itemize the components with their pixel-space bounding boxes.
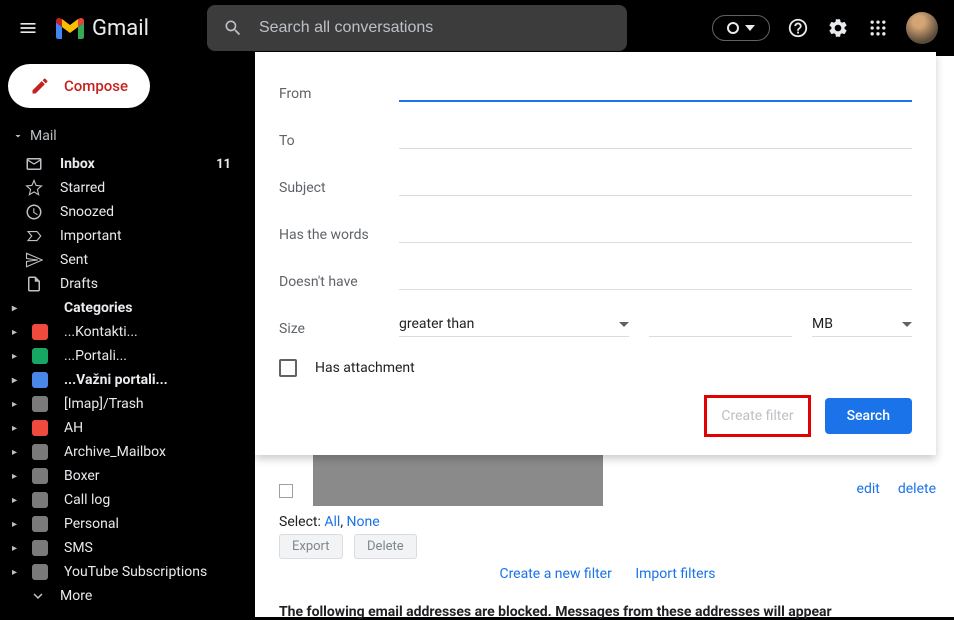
export-button[interactable]: Export	[279, 534, 343, 559]
nav-icon	[28, 298, 48, 318]
expand-icon: ▸	[12, 423, 22, 434]
label-color-icon	[32, 492, 48, 508]
expand-icon: ▸	[12, 567, 22, 578]
sidebar-label[interactable]: ▸AH	[0, 416, 255, 440]
expand-icon: ▸	[12, 375, 22, 386]
mail-section-header[interactable]: Mail	[0, 124, 255, 152]
help-icon[interactable]	[786, 16, 810, 40]
to-label: To	[279, 133, 399, 149]
edit-link[interactable]: edit	[857, 481, 880, 497]
blocked-addresses-text: The following email addresses are blocke…	[279, 604, 936, 620]
sidebar-nav-inbox[interactable]: Inbox11	[0, 152, 255, 176]
nav-icon	[24, 274, 44, 294]
subject-label: Subject	[279, 180, 399, 196]
sidebar-label[interactable]: ▸YouTube Subscriptions	[0, 560, 255, 584]
doesnt-have-label: Doesn't have	[279, 274, 399, 290]
app-name: Gmail	[92, 16, 149, 41]
nav-icon	[24, 250, 44, 270]
from-label: From	[279, 86, 399, 102]
expand-icon: ▸	[12, 495, 22, 506]
size-operator-select[interactable]: greater than	[399, 312, 629, 337]
import-filters-link[interactable]: Import filters	[635, 566, 715, 582]
search-options-panel: From To Subject Has the words Doesn't ha…	[255, 52, 936, 455]
sidebar-nav-sent[interactable]: Sent	[0, 248, 255, 272]
label-color-icon	[32, 372, 48, 388]
size-label: Size	[279, 321, 399, 337]
label-color-icon	[32, 348, 48, 364]
label-color-icon	[32, 444, 48, 460]
subject-input[interactable]	[399, 171, 912, 196]
compose-button[interactable]: Compose	[8, 64, 150, 108]
label-color-icon	[32, 540, 48, 556]
sidebar-nav-categories[interactable]: ▸Categories	[0, 296, 255, 320]
sidebar-label[interactable]: ▸Boxer	[0, 464, 255, 488]
sidebar-label[interactable]: ▸...Portali...	[0, 344, 255, 368]
label-color-icon	[32, 324, 48, 340]
search-button[interactable]: Search	[825, 398, 912, 434]
gmail-logo[interactable]: Gmail	[56, 16, 149, 41]
sidebar-nav-snoozed[interactable]: Snoozed	[0, 200, 255, 224]
compose-label: Compose	[64, 77, 128, 95]
create-new-filter-link[interactable]: Create a new filter	[499, 566, 611, 582]
sidebar-more[interactable]: More	[0, 584, 255, 608]
chevron-down-icon	[745, 25, 755, 31]
label-color-icon	[32, 420, 48, 436]
from-input[interactable]	[399, 76, 912, 102]
label-color-icon	[32, 564, 48, 580]
sidebar-label[interactable]: ▸...Kontakti...	[0, 320, 255, 344]
sidebar-label[interactable]: ▸SMS	[0, 536, 255, 560]
delete-link[interactable]: delete	[898, 481, 936, 497]
has-attachment-checkbox[interactable]	[279, 359, 297, 377]
size-value-input[interactable]	[649, 312, 792, 337]
has-words-input[interactable]	[399, 218, 912, 243]
expand-icon: ▸	[12, 471, 22, 482]
has-words-label: Has the words	[279, 227, 399, 243]
main-content: From To Subject Has the words Doesn't ha…	[255, 56, 954, 617]
chevron-down-icon	[619, 322, 629, 327]
delete-button[interactable]: Delete	[354, 534, 417, 559]
create-filter-button[interactable]: Create filter	[704, 395, 810, 437]
expand-icon: ▸	[12, 543, 22, 554]
nav-icon	[24, 226, 44, 246]
search-bar[interactable]	[207, 5, 627, 51]
nav-icon	[24, 202, 44, 222]
sidebar-nav-important[interactable]: Important	[0, 224, 255, 248]
label-color-icon	[32, 516, 48, 532]
expand-icon: ▸	[12, 351, 22, 362]
label-color-icon	[32, 396, 48, 412]
filter-checkbox[interactable]	[279, 484, 293, 498]
chevron-down-icon	[902, 322, 912, 327]
doesnt-have-input[interactable]	[399, 265, 912, 290]
avatar[interactable]	[906, 12, 938, 44]
nav-icon	[24, 178, 44, 198]
sidebar-label[interactable]: ▸[Imap]/Trash	[0, 392, 255, 416]
select-all-link[interactable]: All	[324, 514, 340, 530]
search-input[interactable]	[259, 19, 611, 37]
expand-icon: ▸	[12, 447, 22, 458]
sidebar: Compose Mail Inbox11StarredSnoozedImport…	[0, 56, 255, 617]
expand-icon: ▸	[12, 327, 22, 338]
menu-icon[interactable]	[16, 16, 40, 40]
to-input[interactable]	[399, 124, 912, 149]
apps-icon[interactable]	[866, 16, 890, 40]
status-circle-icon	[727, 22, 739, 34]
sidebar-label[interactable]: ▸Archive_Mailbox	[0, 440, 255, 464]
expand-icon: ▸	[12, 399, 22, 410]
sidebar-nav-drafts[interactable]: Drafts	[0, 272, 255, 296]
size-unit-select[interactable]: MB	[812, 312, 912, 337]
label-color-icon	[32, 468, 48, 484]
sidebar-nav-starred[interactable]: Starred	[0, 176, 255, 200]
search-icon	[223, 18, 243, 38]
sidebar-label[interactable]: ▸Personal	[0, 512, 255, 536]
settings-icon[interactable]	[826, 16, 850, 40]
has-attachment-label: Has attachment	[315, 360, 415, 376]
select-row: Select: All, None	[279, 514, 936, 530]
select-none-link[interactable]: None	[347, 514, 380, 530]
sidebar-label[interactable]: ▸...Važni portali...	[0, 368, 255, 392]
nav-icon	[24, 154, 44, 174]
sidebar-label[interactable]: ▸Call log	[0, 488, 255, 512]
expand-icon: ▸	[12, 519, 22, 530]
status-chip[interactable]	[712, 15, 770, 41]
